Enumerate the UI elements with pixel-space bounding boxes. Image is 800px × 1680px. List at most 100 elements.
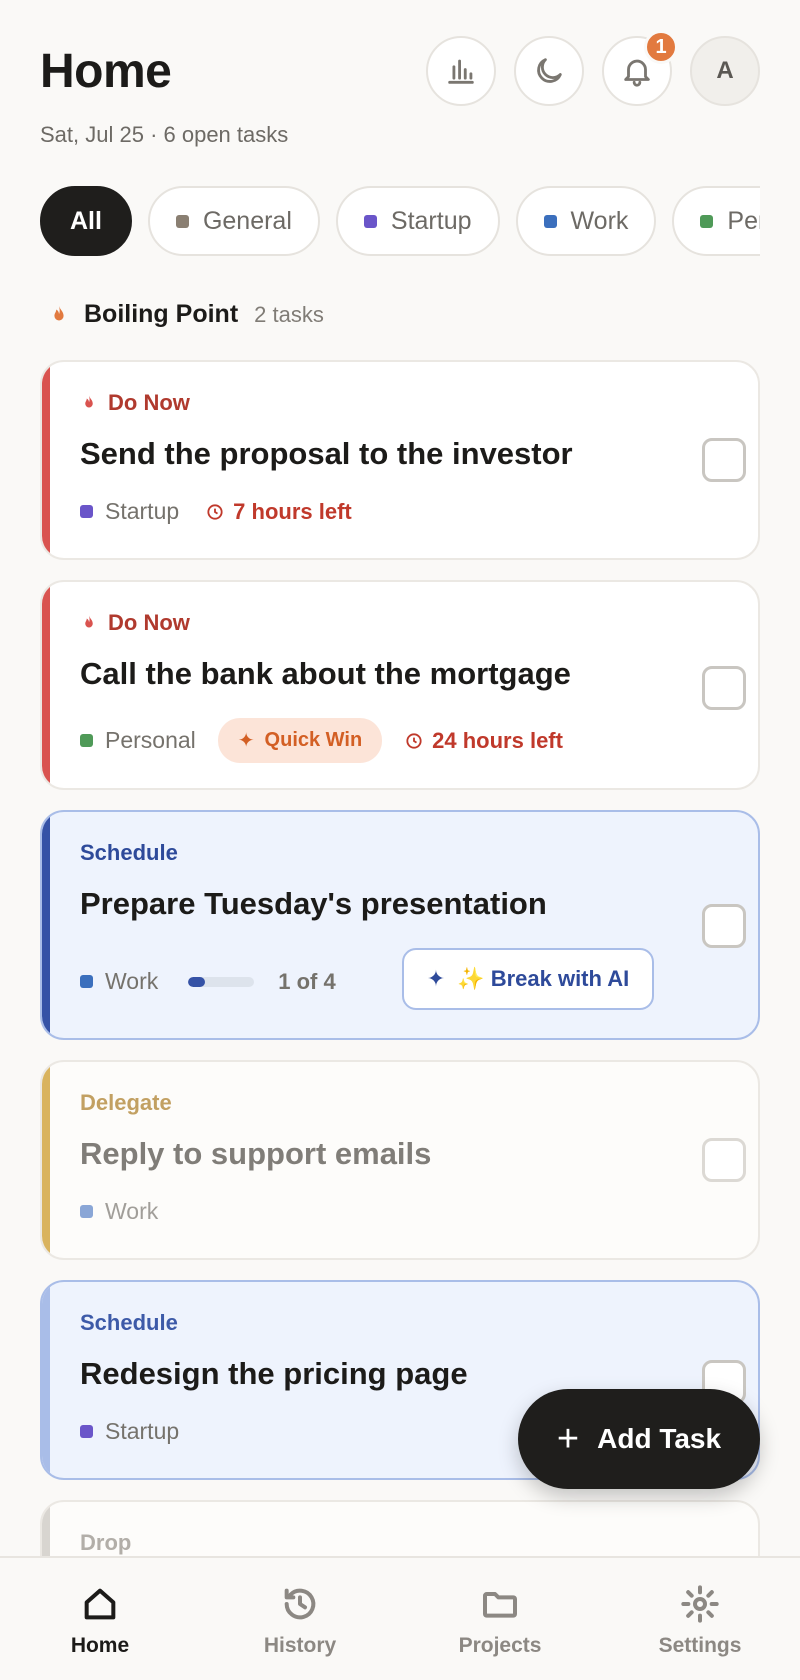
time-left-text: 7 hours left <box>233 498 352 524</box>
dark-mode-button[interactable] <box>514 36 584 106</box>
section-count: 2 tasks <box>254 301 324 327</box>
project-color-dot <box>700 214 714 228</box>
flame-icon <box>85 395 93 408</box>
plus-icon: + <box>556 1418 580 1460</box>
page-title: Home <box>40 45 172 98</box>
sparkle-icon: ✦ <box>237 730 255 752</box>
priority-stripe <box>42 582 50 788</box>
bottom-nav: Home History Projects Settings <box>0 1556 800 1680</box>
nav-label: Home <box>70 1634 130 1657</box>
nav-settings[interactable]: Settings <box>600 1558 800 1680</box>
stats-icon <box>448 59 474 84</box>
task-checkbox[interactable] <box>702 904 746 948</box>
project-color-dot <box>363 214 377 228</box>
filter-chip-general[interactable]: General <box>147 186 320 256</box>
filter-chip-label: Work <box>570 206 629 235</box>
section-header: Boiling Point 2 tasks <box>48 300 324 329</box>
break-with-ai-button[interactable]: ✦ ✨ Break with AI <box>402 948 654 1010</box>
filter-chip-personal[interactable]: Pers <box>672 186 760 256</box>
task-card[interactable]: Schedule Prepare Tuesday's presentation … <box>40 810 760 1040</box>
task-meta: Work <box>80 1198 158 1225</box>
flame-icon <box>85 615 93 628</box>
notification-badge: 1 <box>644 30 678 64</box>
project-color-dot <box>80 505 93 518</box>
add-task-label: Add Task <box>597 1423 722 1454</box>
priority-stripe <box>42 812 50 1038</box>
task-project: Work <box>105 968 159 994</box>
moon-icon <box>537 58 562 83</box>
priority-label: Drop <box>80 1530 131 1556</box>
priority-label-text: Delegate <box>80 1090 172 1115</box>
filter-chip-work[interactable]: Work <box>515 186 657 256</box>
sparkle-icon: ✦ <box>426 966 446 991</box>
nav-label: Projects <box>458 1634 542 1657</box>
home-icon <box>84 1588 116 1620</box>
task-checkbox[interactable] <box>702 1138 746 1182</box>
clock-icon <box>406 732 422 749</box>
priority-label: Do Now <box>80 610 190 636</box>
priority-label-text: Do Now <box>108 610 190 635</box>
filter-chip-label: All <box>70 206 102 235</box>
nav-projects[interactable]: Projects <box>400 1558 600 1680</box>
header: Home Sat, Jul 25 · 6 open tasks 1 A <box>40 30 760 156</box>
task-title: Prepare Tuesday's presentation <box>80 886 547 921</box>
filter-chip-all[interactable]: All <box>40 186 132 256</box>
quick-win-label: Quick Win <box>264 729 363 751</box>
break-with-ai-label: ✨ Break with AI <box>457 966 630 991</box>
history-icon <box>284 1588 316 1620</box>
task-checkbox[interactable] <box>702 438 746 482</box>
priority-stripe <box>42 1062 50 1258</box>
priority-label-text: Drop <box>80 1530 132 1555</box>
priority-label-text: Schedule <box>80 840 178 865</box>
priority-label: Schedule <box>80 840 178 866</box>
task-project: Startup <box>105 1418 180 1444</box>
task-meta: Personal ✦ Quick Win 24 hours left <box>80 718 563 763</box>
task-meta: Work 1 of 4 <box>80 968 336 995</box>
filter-chip-label: Startup <box>390 206 472 235</box>
project-filter-bar: All General Startup Work Pers <box>40 186 760 256</box>
task-meta: Startup 7 hours left <box>80 498 352 525</box>
subtask-progress-fill <box>188 976 205 987</box>
project-color-dot <box>80 1425 93 1438</box>
task-meta: Startup <box>80 1418 179 1445</box>
task-card[interactable]: Delegate Reply to support emails Work <box>40 1060 760 1260</box>
nav-home[interactable]: Home <box>0 1558 200 1680</box>
priority-stripe <box>42 1282 50 1478</box>
avatar[interactable]: A <box>690 36 760 106</box>
nav-label: History <box>263 1634 337 1657</box>
clock-icon <box>207 503 223 520</box>
header-actions: 1 A <box>426 30 760 106</box>
filter-chip-label: General <box>202 206 292 235</box>
subtask-progress-bar <box>188 976 255 987</box>
priority-stripe <box>42 362 50 558</box>
deadline: 7 hours left <box>205 499 352 525</box>
task-card[interactable]: Do Now Send the proposal to the investor… <box>40 360 760 560</box>
priority-label-text: Schedule <box>80 1310 178 1335</box>
task-card[interactable]: Do Now Call the bank about the mortgage … <box>40 580 760 790</box>
task-title: Reply to support emails <box>80 1136 432 1171</box>
project-color-dot <box>543 214 557 228</box>
project-color-dot <box>80 1205 93 1218</box>
task-project: Work <box>105 1198 159 1224</box>
subtask-progress-text: 1 of 4 <box>278 968 336 994</box>
priority-label-text: Do Now <box>108 390 190 415</box>
nav-label: Settings <box>658 1634 742 1657</box>
deadline: 24 hours left <box>404 728 563 754</box>
project-color-dot <box>80 734 93 747</box>
page-subtitle: Sat, Jul 25 · 6 open tasks <box>40 122 289 147</box>
gear-icon <box>681 1585 719 1623</box>
priority-label: Delegate <box>80 1090 172 1116</box>
task-title: Redesign the pricing page <box>80 1356 468 1391</box>
add-task-button[interactable]: + Add Task <box>518 1389 760 1489</box>
filter-chip-startup[interactable]: Startup <box>335 186 500 256</box>
task-title: Send the proposal to the investor <box>80 436 573 471</box>
stats-button[interactable] <box>426 36 496 106</box>
nav-history[interactable]: History <box>200 1558 400 1680</box>
section-title: Boiling Point <box>84 300 239 328</box>
priority-label: Schedule <box>80 1310 178 1336</box>
priority-label: Do Now <box>80 390 190 416</box>
task-project: Startup <box>105 498 180 524</box>
task-project: Personal <box>105 727 196 753</box>
notifications-button[interactable]: 1 <box>602 30 678 106</box>
task-checkbox[interactable] <box>702 666 746 710</box>
